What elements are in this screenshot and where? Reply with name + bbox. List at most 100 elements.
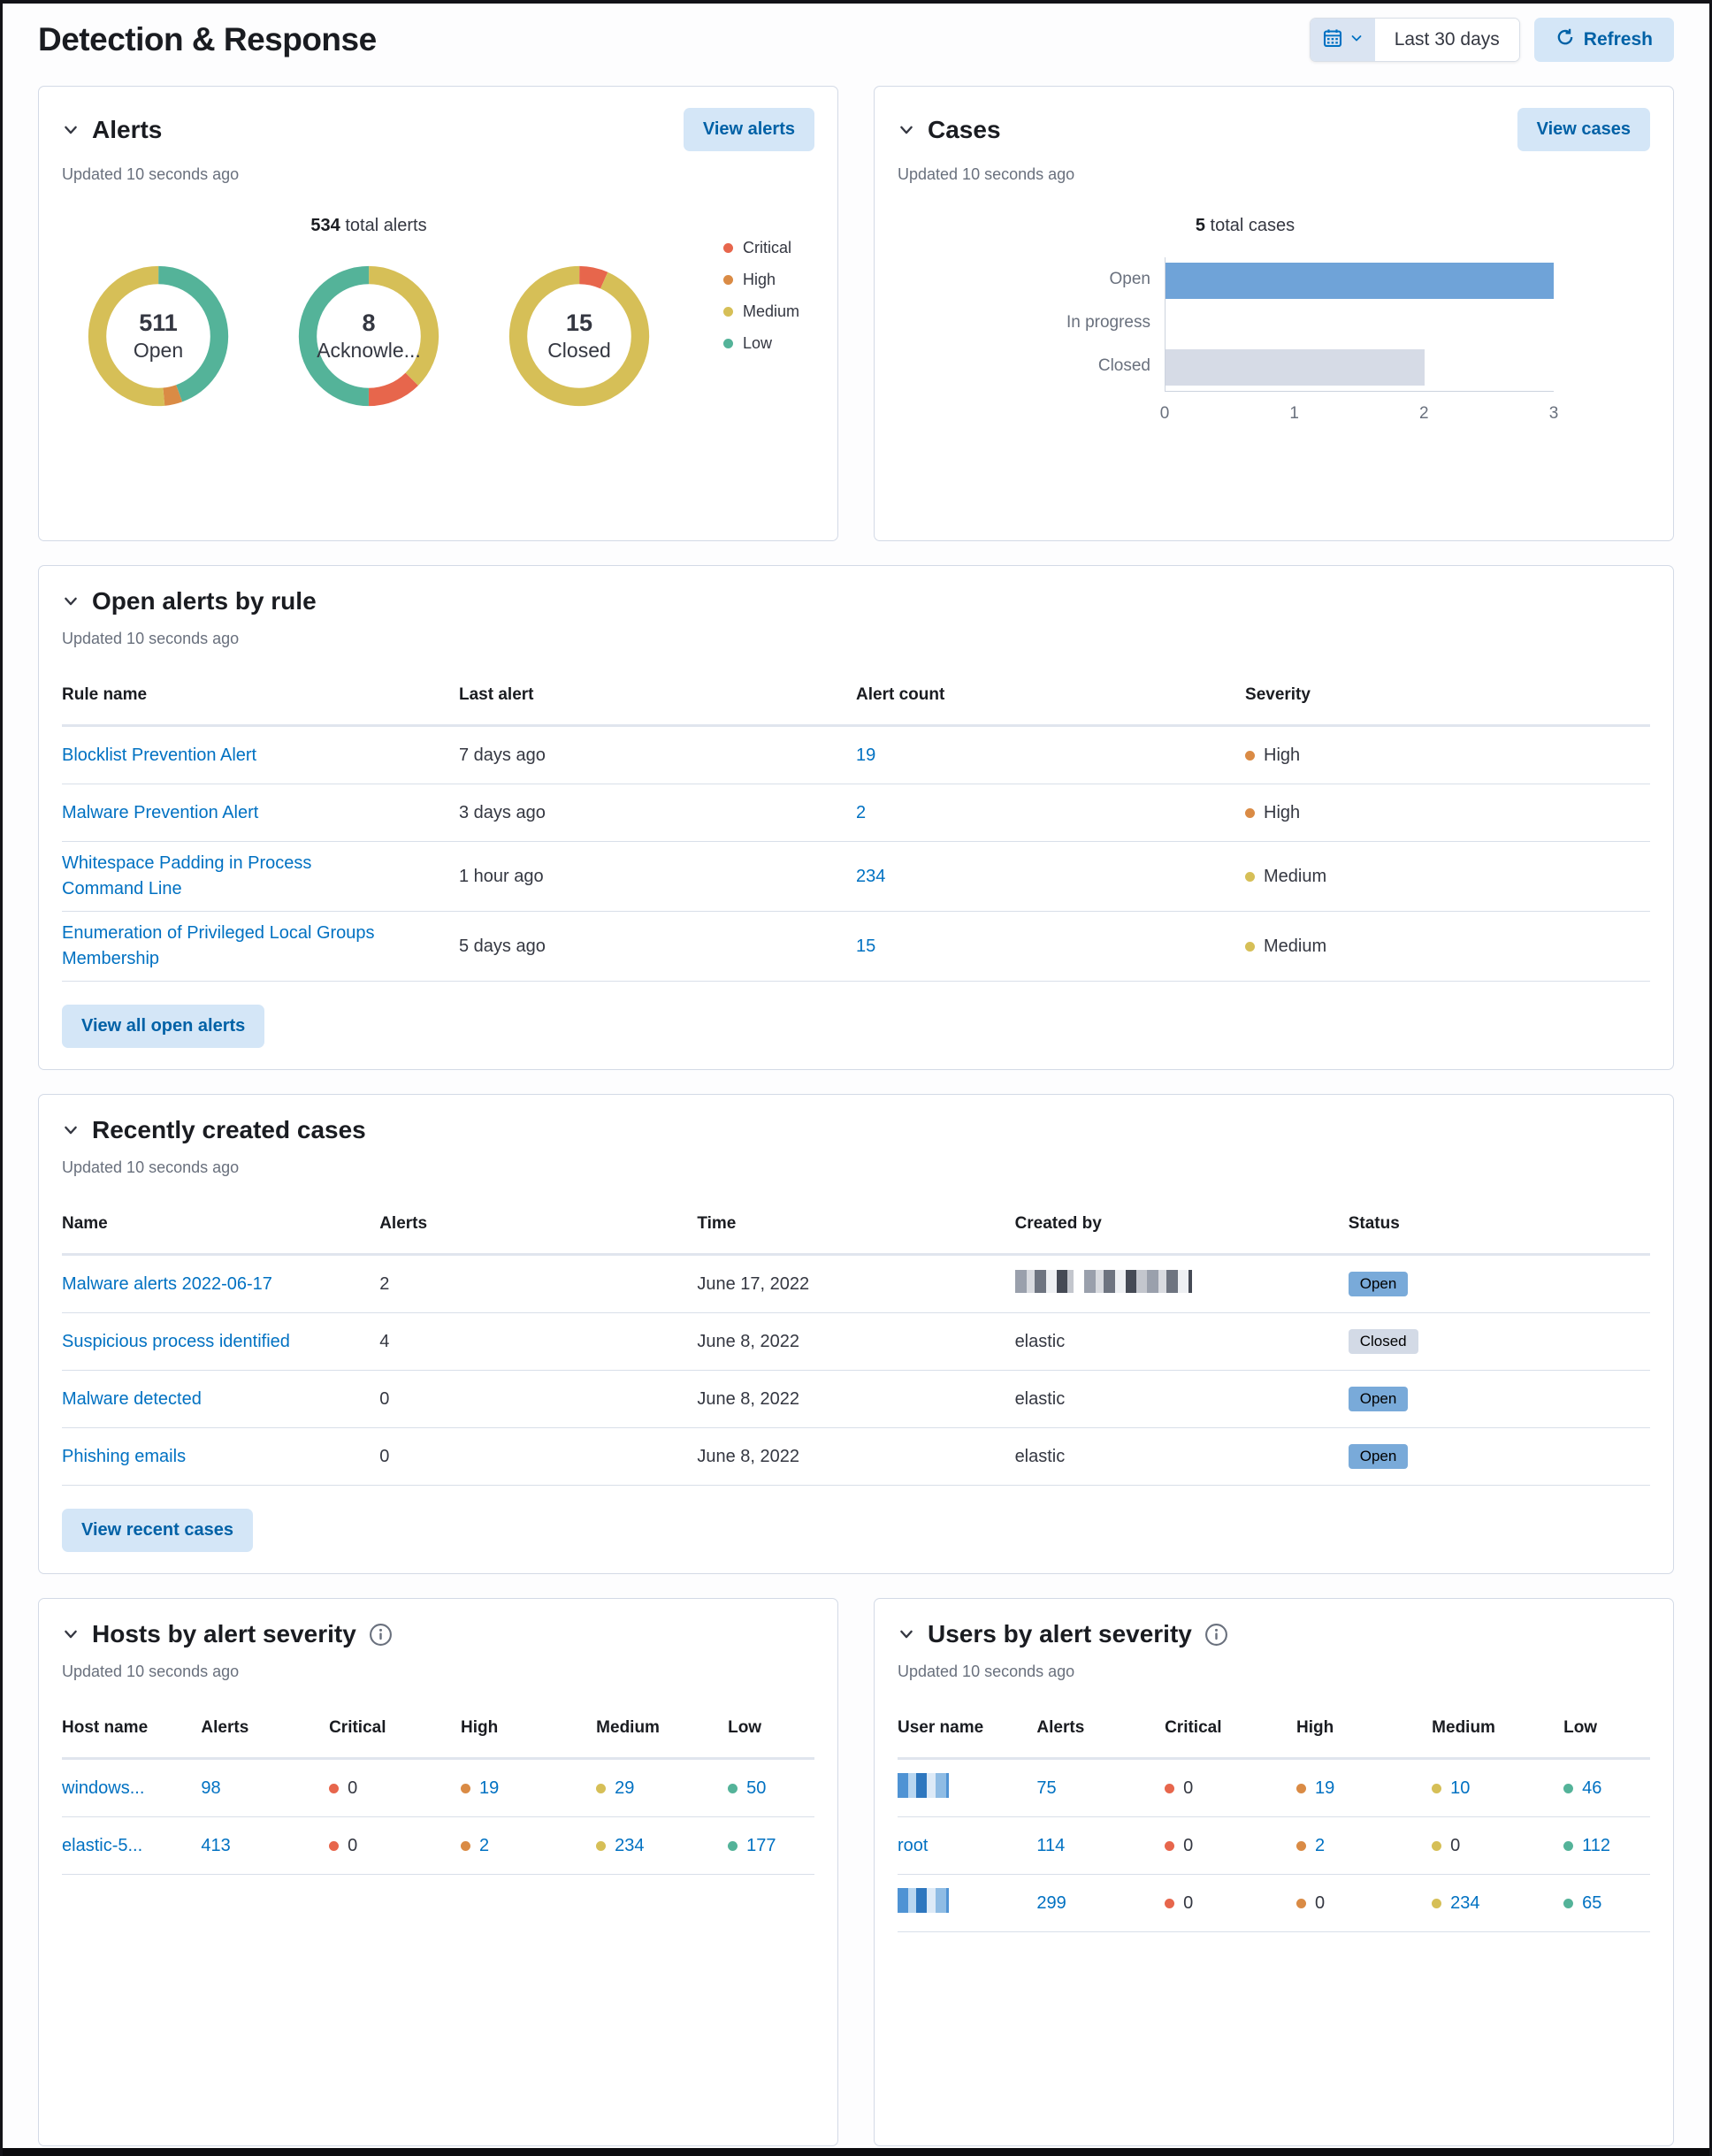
redacted-username [1014, 1270, 1192, 1293]
last-alert-cell: 1 hour ago [459, 866, 544, 886]
legend-item-high[interactable]: High [723, 271, 799, 289]
legend-item-critical[interactable]: Critical [723, 239, 799, 257]
severity-dot [1165, 1898, 1175, 1908]
case-name-link[interactable]: Phishing emails [62, 1447, 186, 1466]
severity-label: High [1264, 802, 1301, 822]
case-time-cell: June 8, 2022 [697, 1446, 800, 1466]
alert-count-link[interactable]: 234 [856, 867, 885, 886]
case-created-by-cell: elastic [1014, 1446, 1066, 1466]
cases-total-value: 5 [1195, 216, 1205, 235]
cases-bar-label-open: Open [1109, 269, 1150, 288]
case-name-link[interactable]: Malware detected [62, 1389, 202, 1409]
view-cases-button[interactable]: View cases [1517, 108, 1650, 151]
status-badge-open: Open [1348, 1272, 1409, 1296]
open-alerts-collapse-chevron-down-icon[interactable] [62, 593, 80, 610]
low-count-cell-value[interactable]: 46 [1582, 1778, 1601, 1799]
high-count-cell: 2 [461, 1836, 596, 1856]
view-alerts-button[interactable]: View alerts [683, 108, 814, 151]
high-count-cell-value[interactable]: 2 [1315, 1836, 1325, 1856]
medium-count-cell-value[interactable]: 234 [1450, 1893, 1479, 1914]
rule-name-link[interactable]: Whitespace Padding in Process Command Li… [62, 853, 311, 898]
hosts-info-icon[interactable] [369, 1623, 393, 1647]
legend-label: Medium [743, 302, 800, 320]
user-name-cell [898, 1773, 1036, 1803]
case-created-by-cell: elastic [1014, 1331, 1066, 1351]
users-info-icon[interactable] [1204, 1623, 1228, 1647]
critical-count-cell: 0 [1165, 1893, 1296, 1914]
host-name-link[interactable]: windows... [62, 1778, 144, 1798]
recent-cases-collapse-chevron-down-icon[interactable] [62, 1121, 80, 1139]
user-alerts-link[interactable]: 114 [1036, 1836, 1065, 1855]
hosts-collapse-chevron-down-icon[interactable] [62, 1625, 80, 1643]
hosts-column-header-alerts: Alerts [201, 1718, 249, 1737]
severity-dot [1245, 750, 1256, 761]
medium-count-cell: 10 [1432, 1778, 1563, 1799]
rule-name-link[interactable]: Enumeration of Privileged Local Groups M… [62, 923, 375, 968]
open-alerts-by-rule-panel: Open alerts by rule Updated 10 seconds a… [38, 565, 1674, 1070]
recent-cases-column-header-alerts: Alerts [379, 1214, 428, 1233]
severity-dot [1245, 871, 1256, 882]
critical-count-cell-value: 0 [1183, 1892, 1194, 1913]
host-alerts-link[interactable]: 413 [201, 1836, 230, 1855]
user-name-cell [898, 1888, 1036, 1918]
alert-count-cell: 19 [856, 745, 1245, 766]
high-count-cell-value[interactable]: 19 [479, 1778, 499, 1799]
severity-dot [723, 307, 733, 317]
host-alerts-cell: 413 [201, 1836, 329, 1856]
case-status-cell: Open [1348, 1272, 1650, 1296]
case-status-cell: Open [1348, 1387, 1650, 1411]
medium-count-cell-value[interactable]: 234 [615, 1836, 644, 1856]
rule-name-link[interactable]: Blocklist Prevention Alert [62, 745, 256, 765]
rule-name-cell: Malware Prevention Alert [62, 800, 459, 826]
severity-dot [1296, 1840, 1306, 1851]
alert-count-link[interactable]: 2 [856, 803, 866, 822]
low-count-cell-value[interactable]: 50 [746, 1778, 766, 1799]
low-count-cell-value[interactable]: 112 [1582, 1836, 1610, 1856]
low-count-cell-value[interactable]: 177 [746, 1836, 776, 1856]
legend-item-medium[interactable]: Medium [723, 302, 799, 321]
severity-dot [1296, 1898, 1306, 1908]
legend-item-low[interactable]: Low [723, 334, 799, 353]
low-count-cell-value[interactable]: 65 [1582, 1893, 1601, 1914]
view-recent-cases-button[interactable]: View recent cases [62, 1509, 253, 1552]
alert-count-link[interactable]: 19 [856, 745, 875, 765]
user-name-link[interactable]: root [898, 1836, 928, 1855]
host-name-link[interactable]: elastic-5... [62, 1836, 142, 1855]
user-alerts-link[interactable]: 299 [1036, 1893, 1066, 1913]
users-by-alert-severity-panel: Users by alert severity Updated 10 secon… [874, 1598, 1674, 2146]
case-name-link[interactable]: Malware alerts 2022-06-17 [62, 1274, 272, 1294]
refresh-button[interactable]: Refresh [1533, 18, 1674, 62]
refresh-icon [1555, 27, 1575, 52]
host-alerts-link[interactable]: 98 [201, 1778, 220, 1798]
alert-count-link[interactable]: 15 [856, 937, 875, 956]
case-alerts-cell: 4 [379, 1331, 390, 1351]
rule-name-link[interactable]: Malware Prevention Alert [62, 803, 258, 822]
cases-updated-text: Updated 10 seconds ago [898, 165, 1075, 183]
users-collapse-chevron-down-icon[interactable] [898, 1625, 915, 1643]
user-alerts-link[interactable]: 75 [1036, 1778, 1056, 1798]
cases-plot-area [1165, 257, 1554, 392]
high-count-cell-value[interactable]: 19 [1315, 1778, 1334, 1799]
date-range-value[interactable]: Last 30 days [1374, 19, 1519, 61]
dashboard-page: Detection & Response Last 30 days Refres… [0, 0, 1712, 2156]
critical-count-cell-value: 0 [1183, 1835, 1194, 1855]
view-all-open-alerts-button[interactable]: View all open alerts [62, 1005, 265, 1048]
case-name-link[interactable]: Suspicious process identified [62, 1332, 290, 1351]
case-time-cell: June 8, 2022 [697, 1331, 800, 1351]
cases-bar-row [1166, 259, 1554, 302]
chevron-down-icon [1349, 31, 1364, 50]
header-controls: Last 30 days Refresh [1309, 18, 1674, 62]
severity-dot [728, 1783, 738, 1793]
date-range-picker[interactable]: Last 30 days [1309, 18, 1520, 62]
calendar-icon [1322, 27, 1343, 53]
users-column-header-critical: Critical [1165, 1718, 1222, 1737]
cases-bar-row [1166, 302, 1554, 346]
alerts-donut-acknowle: 8 Acknowle... [288, 256, 449, 417]
cases-collapse-chevron-down-icon[interactable] [898, 121, 915, 139]
high-count-cell-value[interactable]: 2 [479, 1836, 489, 1856]
date-picker-quick-menu[interactable] [1310, 19, 1375, 61]
medium-count-cell-value[interactable]: 29 [615, 1778, 634, 1799]
alerts-collapse-chevron-down-icon[interactable] [62, 121, 80, 139]
status-badge-closed: Closed [1348, 1329, 1418, 1354]
medium-count-cell-value[interactable]: 10 [1450, 1778, 1470, 1799]
